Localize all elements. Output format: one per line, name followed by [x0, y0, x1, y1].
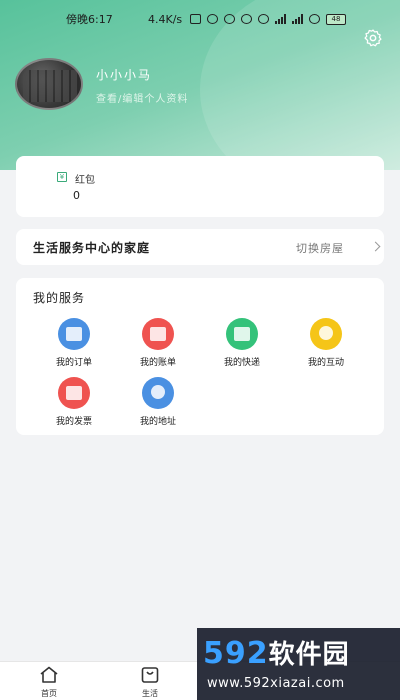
alarm-icon: [258, 14, 269, 24]
bag-icon: [141, 667, 159, 683]
delivery-icon: [226, 318, 258, 350]
vibrate-icon: [224, 14, 235, 24]
tab-home[interactable]: 首页: [24, 666, 74, 700]
status-bar: 傍晚6:17 4.4K/s 48: [0, 8, 400, 30]
service-label: 我的订单: [55, 358, 92, 368]
tab-label: 生活: [142, 689, 158, 698]
user-nickname: 小小小马: [96, 68, 153, 82]
chevron-right-icon: [370, 241, 381, 252]
red-packet-icon: ¥: [57, 172, 67, 182]
red-packet-card[interactable]: ¥ 红包 0: [16, 156, 384, 217]
services-card: 我的服务 我的订单 我的账单 我的快递 我的互动 我的发票 我的地址: [16, 278, 384, 435]
home-icon: [40, 666, 58, 683]
signal-icon: [275, 14, 286, 24]
service-label: 我的发票: [55, 417, 92, 427]
bluetooth-icon: [207, 14, 218, 24]
service-label: 我的互动: [307, 358, 344, 368]
settings-gear-icon[interactable]: [363, 28, 383, 48]
battery-icon: 48: [326, 13, 346, 25]
status-time: 傍晚6:17: [66, 13, 113, 26]
status-icons: 48: [190, 13, 346, 25]
watermark-url: www.592xiazai.com: [207, 676, 345, 691]
watermark-chinese: 软件园: [268, 640, 350, 670]
wifi-icon: [309, 14, 320, 24]
mute-icon: [241, 14, 252, 24]
chat-icon: [310, 318, 342, 350]
service-my-orders[interactable]: 我的订单: [42, 318, 106, 374]
service-my-deliveries[interactable]: 我的快递: [210, 318, 274, 374]
location-icon: [142, 377, 174, 409]
invoice-icon: [58, 377, 90, 409]
family-card[interactable]: 生活服务中心的家庭 切换房屋: [16, 229, 384, 265]
watermark: 592软件园 www.592xiazai.com: [197, 628, 400, 700]
service-label: 我的快递: [223, 358, 260, 368]
service-my-bills[interactable]: 我的账单: [126, 318, 190, 374]
watermark-brand: 592软件园: [203, 634, 350, 671]
switch-house-link[interactable]: 切换房屋: [296, 240, 344, 256]
watermark-number: 592: [203, 636, 269, 671]
order-icon: [58, 318, 90, 350]
avatar[interactable]: [15, 58, 83, 110]
service-my-invoices[interactable]: 我的发票: [42, 377, 106, 433]
service-label: 我的地址: [139, 417, 176, 427]
status-network-speed: 4.4K/s: [148, 12, 183, 26]
edit-profile-link[interactable]: 查看/编辑个人资料: [96, 90, 188, 105]
service-my-addresses[interactable]: 我的地址: [126, 377, 190, 433]
tab-label: 首页: [41, 689, 57, 698]
red-packet-label: 红包: [75, 175, 95, 186]
family-name: 生活服务中心的家庭: [33, 241, 151, 255]
bill-icon: [142, 318, 174, 350]
signal-2-icon: [292, 14, 303, 24]
service-label: 我的账单: [139, 358, 176, 368]
services-title: 我的服务: [33, 291, 86, 305]
tab-life[interactable]: 生活: [125, 666, 175, 700]
service-my-interactions[interactable]: 我的互动: [294, 318, 358, 374]
nfc-icon: [190, 14, 201, 24]
red-packet-value: 0: [73, 189, 80, 202]
